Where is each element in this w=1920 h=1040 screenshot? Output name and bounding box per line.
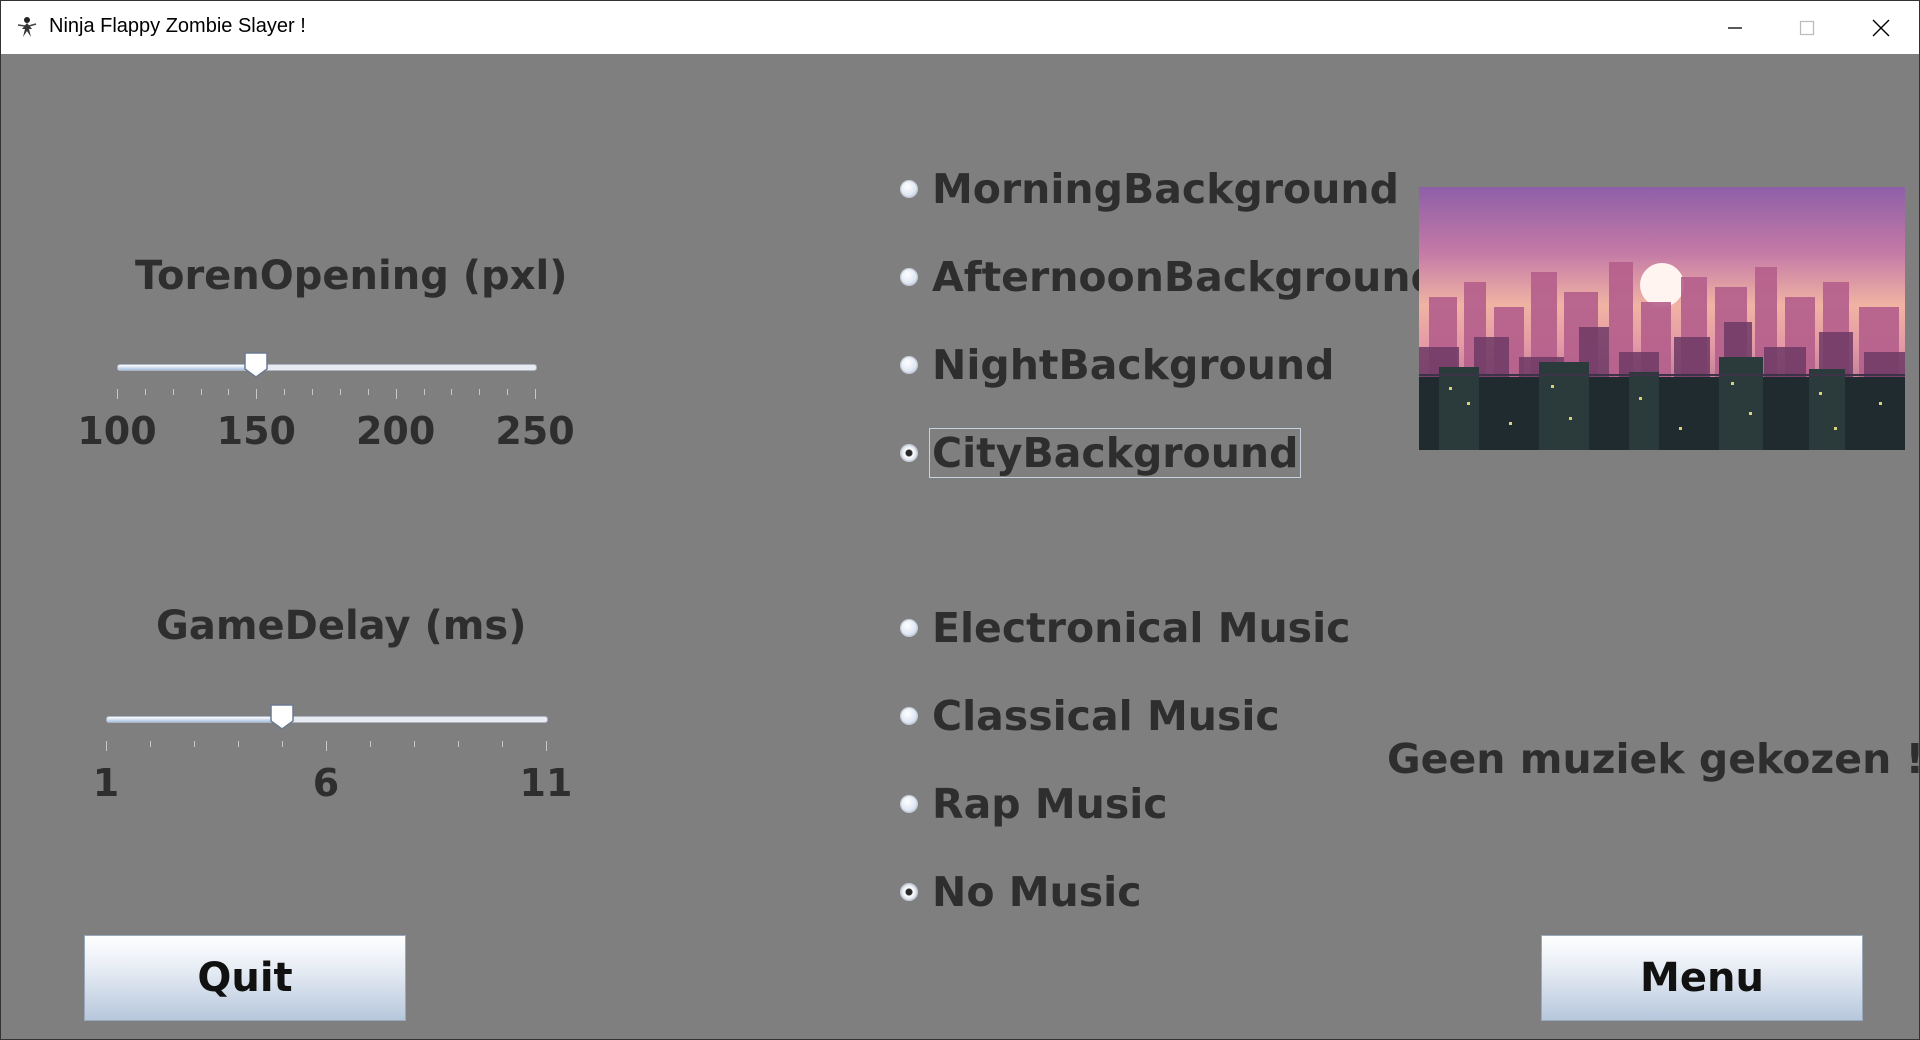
slider-tick xyxy=(284,389,286,395)
radio-label[interactable]: AfternoonBackground xyxy=(929,252,1443,302)
slider-tick xyxy=(502,741,503,747)
background-radio-1[interactable]: AfternoonBackground xyxy=(901,247,1443,307)
slider-tick xyxy=(228,389,230,395)
slider-thumb[interactable] xyxy=(269,703,295,731)
maximize-icon xyxy=(1799,20,1815,35)
slider-tick xyxy=(507,389,509,395)
music-radio-3[interactable]: No Music xyxy=(901,862,1145,922)
slider-tick xyxy=(479,389,481,395)
slider-fill xyxy=(107,717,283,722)
slider-tick-label: 200 xyxy=(355,409,436,453)
music-radio-1[interactable]: Classical Music xyxy=(901,686,1283,746)
radio-label[interactable]: Electronical Music xyxy=(929,603,1353,653)
radio-button-icon[interactable] xyxy=(901,445,917,461)
slider-tick xyxy=(172,389,174,395)
slider-tick xyxy=(367,389,369,395)
radio-label[interactable]: No Music xyxy=(929,867,1145,917)
radio-label[interactable]: MorningBackground xyxy=(929,164,1402,214)
music-status-text: Geen muziek gekozen ! xyxy=(1387,735,1920,783)
radio-label[interactable]: CityBackground xyxy=(929,428,1302,478)
close-button[interactable] xyxy=(1845,1,1917,54)
radio-label[interactable]: Classical Music xyxy=(929,691,1283,741)
slider-tick xyxy=(194,741,195,747)
radio-button-icon[interactable] xyxy=(901,357,917,373)
maximize-button[interactable] xyxy=(1771,1,1843,54)
slider-thumb[interactable] xyxy=(243,351,269,379)
slider-fill xyxy=(118,365,258,370)
slider-tick xyxy=(395,389,397,399)
slider-tick xyxy=(458,741,459,747)
radio-button-icon[interactable] xyxy=(901,181,917,197)
close-icon xyxy=(1872,19,1890,36)
slider-tick-label: 150 xyxy=(216,409,296,453)
title-bar[interactable]: Ninja Flappy Zombie Slayer ! xyxy=(1,1,1919,54)
slider-tick xyxy=(200,389,202,395)
game-delay-label: GameDelay (ms) xyxy=(156,603,527,649)
radio-label[interactable]: NightBackground xyxy=(929,340,1337,390)
slider-tick-label: 1 xyxy=(92,761,120,805)
window-title: Ninja Flappy Zombie Slayer ! xyxy=(49,15,306,37)
slider-tick xyxy=(423,389,425,395)
music-radio-2[interactable]: Rap Music xyxy=(901,774,1171,834)
slider-tick xyxy=(150,741,151,747)
slider-tick xyxy=(117,389,118,399)
slider-tick xyxy=(282,741,283,747)
toren-opening-label: TorenOpening (pxl) xyxy=(135,253,568,299)
slider-tick xyxy=(144,389,146,395)
slider-tick-label: 250 xyxy=(495,409,575,453)
slider-tick xyxy=(256,389,258,399)
slider-tick xyxy=(326,741,327,751)
slider-tick xyxy=(106,741,107,751)
city-background-preview xyxy=(1419,187,1905,450)
radio-button-icon[interactable] xyxy=(901,708,917,724)
slider-tick xyxy=(238,741,239,747)
minimize-icon xyxy=(1728,26,1742,29)
ninja-app-icon xyxy=(17,17,37,37)
slider-tick-label: 11 xyxy=(519,761,573,805)
game-delay-slider[interactable] xyxy=(106,703,548,753)
slider-tick xyxy=(451,389,453,395)
slider-tick-label: 100 xyxy=(77,409,157,453)
slider-tick xyxy=(546,741,547,751)
music-radio-0[interactable]: Electronical Music xyxy=(901,598,1353,658)
radio-button-icon[interactable] xyxy=(901,796,917,812)
toren-opening-slider[interactable] xyxy=(117,351,537,401)
slider-tick xyxy=(339,389,341,395)
minimize-button[interactable] xyxy=(1699,1,1771,54)
slider-tick xyxy=(370,741,371,747)
radio-button-icon[interactable] xyxy=(901,884,917,900)
slider-tick xyxy=(312,389,314,395)
background-radio-3[interactable]: CityBackground xyxy=(901,423,1302,483)
menu-button[interactable]: Menu xyxy=(1541,935,1863,1021)
radio-button-icon[interactable] xyxy=(901,620,917,636)
background-radio-2[interactable]: NightBackground xyxy=(901,335,1337,395)
slider-tick xyxy=(414,741,415,747)
radio-label[interactable]: Rap Music xyxy=(929,779,1171,829)
quit-button[interactable]: Quit xyxy=(84,935,406,1021)
slider-tick xyxy=(535,389,536,399)
slider-tick-label: 6 xyxy=(312,761,340,805)
background-radio-0[interactable]: MorningBackground xyxy=(901,159,1402,219)
app-window: Ninja Flappy Zombie Slayer ! TorenOpenin… xyxy=(0,0,1920,1040)
radio-button-icon[interactable] xyxy=(901,269,917,285)
